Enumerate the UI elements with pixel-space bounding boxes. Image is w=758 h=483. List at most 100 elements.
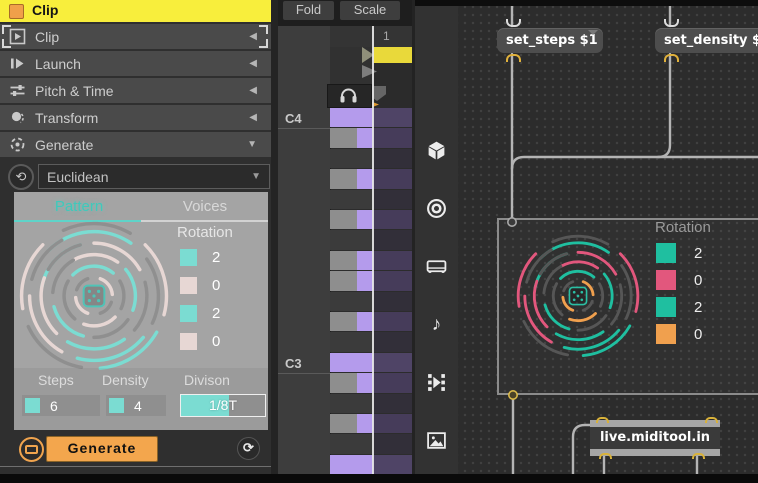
divison-value-box[interactable]: 1/8T <box>180 394 266 417</box>
octave-divider <box>278 128 330 130</box>
editor-topbar: Fold Scale <box>278 0 412 26</box>
chevron-left-icon: ◀ <box>249 31 257 42</box>
divison-label: Divison <box>184 372 230 388</box>
rotation-row[interactable]: 0 <box>656 270 702 290</box>
object-box-live-miditool-in[interactable]: live.miditool.in <box>590 420 720 456</box>
note-row[interactable] <box>330 373 412 394</box>
note-row[interactable] <box>330 414 412 435</box>
sidebar-item-label: Clip <box>35 28 60 45</box>
note-row[interactable] <box>330 250 412 272</box>
patch-cords <box>506 0 758 483</box>
midi-note <box>357 210 373 230</box>
generator-params: Steps Density Divison 6 4 1/8T <box>14 368 268 430</box>
selection-corner <box>259 39 268 48</box>
midi-note <box>373 454 412 475</box>
note-row-c3[interactable] <box>330 352 412 374</box>
image-icon[interactable] <box>426 430 447 451</box>
midi-note <box>330 312 357 332</box>
rotation-row[interactable]: 0 <box>180 333 220 350</box>
note-row[interactable] <box>330 332 412 353</box>
message-box-set-steps[interactable]: set_steps $1 <box>497 28 603 53</box>
note-row[interactable] <box>330 148 412 170</box>
midi-note <box>373 128 412 148</box>
note-row[interactable] <box>330 393 412 414</box>
rotation-row[interactable]: 2 <box>656 297 702 317</box>
rotation-row[interactable]: 2 <box>656 243 702 263</box>
rotation-row[interactable]: 0 <box>180 277 220 294</box>
grid-cell <box>373 148 412 169</box>
grid-cell <box>330 230 373 250</box>
sidebar-item-label: Transform <box>35 109 99 126</box>
rotation-label-patch: Rotation <box>655 219 711 236</box>
voice-color-swatch <box>180 333 197 350</box>
clip-launch-icon[interactable] <box>426 372 447 393</box>
note-row[interactable] <box>330 271 412 292</box>
voice-color-swatch <box>180 277 197 294</box>
sidebar-item-clip[interactable]: Clip ◀ <box>0 24 271 49</box>
inlet-mark-icon <box>596 417 609 423</box>
active-tab-label: Clip <box>32 2 59 18</box>
note-row[interactable] <box>330 210 412 231</box>
note-row[interactable] <box>330 291 412 312</box>
note-row[interactable] <box>330 128 412 149</box>
density-swatch-icon <box>109 398 124 413</box>
max-patcher-canvas[interactable]: set_steps $1 set_density $1 Rotation 2 0 2… <box>458 0 758 483</box>
grid-cell <box>330 393 373 413</box>
midi-note <box>330 210 357 230</box>
sidebar-item-pitch-time[interactable]: Pitch & Time ◀ <box>0 78 271 103</box>
chevron-down-icon: ▼ <box>251 171 261 182</box>
cube-icon[interactable] <box>426 140 447 161</box>
loop-toggle-icon[interactable] <box>19 437 44 462</box>
midi-note <box>357 169 373 189</box>
note-row-c4[interactable] <box>330 108 412 129</box>
reload-generator-icon[interactable]: ⟲ <box>8 164 34 190</box>
generate-button[interactable]: Generate <box>46 436 158 462</box>
note-row[interactable] <box>330 454 412 476</box>
midi-note <box>357 414 373 434</box>
sidebar-item-generate[interactable]: Generate ▼ <box>0 132 271 157</box>
rotation-value: 2 <box>694 298 703 316</box>
grid-cell <box>330 291 373 311</box>
scale-button[interactable]: Scale <box>340 1 400 20</box>
rotation-row[interactable]: 0 <box>656 324 702 344</box>
rotation-row[interactable]: 2 <box>180 305 220 322</box>
device-icon[interactable] <box>426 256 447 277</box>
generator-type-dropdown[interactable]: Euclidean ▼ <box>38 164 270 189</box>
transform-icon <box>9 109 26 126</box>
sidebar-item-launch[interactable]: Launch ◀ <box>0 51 271 76</box>
playhead[interactable] <box>372 26 374 475</box>
midi-note <box>357 373 373 393</box>
divider <box>0 466 271 467</box>
beat-ruler[interactable]: 1 <box>330 26 412 47</box>
key-label-c4: C4 <box>285 111 302 126</box>
midi-note <box>330 373 357 393</box>
preview-headphones-button[interactable] <box>327 84 372 108</box>
steps-swatch-icon <box>25 398 40 413</box>
density-value-box[interactable]: 4 <box>106 395 166 416</box>
density-label: Density <box>102 372 149 388</box>
midi-note <box>330 128 357 148</box>
note-grid[interactable] <box>330 108 412 476</box>
note-icon[interactable]: ♪ <box>426 314 447 335</box>
generate-icon <box>9 136 26 153</box>
grid-cell <box>373 393 412 413</box>
sidebar-item-transform[interactable]: Transform ◀ <box>0 105 271 130</box>
note-row[interactable] <box>330 312 412 333</box>
rotation-row[interactable]: 2 <box>180 249 220 266</box>
regenerate-icon[interactable]: ⟳ <box>237 437 260 460</box>
note-row[interactable] <box>330 169 412 190</box>
note-row[interactable] <box>330 230 412 251</box>
message-box-set-density[interactable]: set_density $1 <box>655 28 758 53</box>
fold-button[interactable]: Fold <box>283 1 334 20</box>
tab-clip-active[interactable]: Clip <box>0 0 271 22</box>
note-row[interactable] <box>330 189 412 210</box>
sidebar-item-label: Pitch & Time <box>35 82 114 99</box>
rotation-value: 0 <box>694 325 703 343</box>
note-row[interactable] <box>330 434 412 455</box>
divison-value: 1/8T <box>208 397 237 413</box>
target-icon[interactable] <box>426 198 447 219</box>
steps-value-box[interactable]: 6 <box>22 395 100 416</box>
loop-start-flag[interactable] <box>373 47 412 63</box>
clip-tools-sidebar: Clip Clip ◀ Launch ◀ Pitch & Time ◀ Transform ◀… <box>0 0 271 483</box>
sidebar-item-label: Launch <box>35 55 81 72</box>
